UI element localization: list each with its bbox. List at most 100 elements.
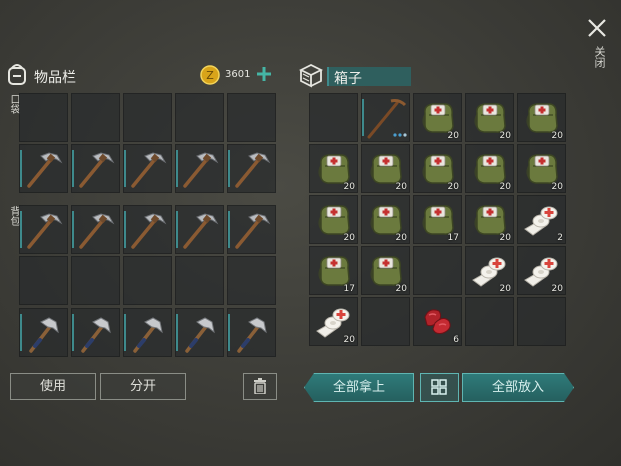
box-slot[interactable]: 20 [465,144,514,193]
put-all-button[interactable]: 全部放入 [462,373,574,402]
box-title-bar: 箱子 [327,67,411,87]
inventory-slot[interactable] [227,144,276,193]
trash-icon [254,378,266,394]
wooden-pickaxe-icon [367,99,407,139]
use-button[interactable]: 使用 [10,373,96,400]
box-slot[interactable]: 6 [413,297,462,346]
inventory-slot[interactable] [19,205,68,254]
inventory-slot[interactable] [175,93,224,142]
item-count: 17 [447,233,459,243]
box-slot[interactable] [361,93,410,142]
item-count: 20 [551,131,563,141]
crate-icon [298,63,324,88]
close-label: 关闭 [593,46,606,68]
inventory-slot[interactable] [19,93,68,142]
box-slot[interactable]: 20 [517,93,566,142]
inventory-slot[interactable] [175,144,224,193]
inventory-slot[interactable] [175,308,224,357]
split-button[interactable]: 分开 [100,373,186,400]
inventory-slot[interactable] [227,205,276,254]
take-all-label: 全部拿上 [332,380,385,395]
close-button[interactable]: 关闭 [584,16,610,76]
pickaxe-icon [183,152,219,188]
coin-icon: Z [200,65,220,85]
hatchet-icon [81,317,111,353]
inventory-slot[interactable] [123,144,172,193]
box-slot[interactable]: 20 [309,297,358,346]
inventory-slot[interactable] [19,308,68,357]
item-count: 2 [557,233,563,243]
pickaxe-icon [131,152,167,188]
coin-count: 3601 [225,69,251,80]
hatchet-icon [29,317,59,353]
item-count: 20 [447,131,459,141]
inventory-slot[interactable] [71,144,120,193]
box-slot[interactable] [309,93,358,142]
inventory-slot[interactable] [175,256,224,305]
item-count: 20 [343,182,355,192]
box-slot[interactable] [413,246,462,295]
item-count: 20 [499,131,511,141]
split-label: 分开 [129,379,156,394]
pickaxe-icon [131,213,167,249]
item-count: 20 [499,284,511,294]
trash-button[interactable] [243,373,277,400]
box-slot[interactable]: 20 [361,246,410,295]
item-count: 20 [499,182,511,192]
pickaxe-icon [235,213,271,249]
box-slot[interactable]: 20 [361,195,410,244]
grid-icon [431,379,447,395]
box-slot[interactable] [465,297,514,346]
backpack-icon [8,64,26,85]
plus-icon [257,67,271,81]
inventory-slot[interactable] [123,93,172,142]
pickaxe-icon [183,213,219,249]
inventory-slot[interactable] [227,93,276,142]
sort-button[interactable] [420,373,459,402]
box-title: 箱子 [334,71,362,87]
item-count: 20 [343,233,355,243]
box-slot[interactable] [361,297,410,346]
item-count: 20 [551,182,563,192]
inventory-slot[interactable] [227,308,276,357]
box-slot[interactable]: 2 [517,195,566,244]
box-slot[interactable]: 20 [413,144,462,193]
box-slot[interactable] [517,297,566,346]
box-slot[interactable]: 20 [309,144,358,193]
take-all-button[interactable]: 全部拿上 [304,373,414,402]
item-count: 20 [447,182,459,192]
inventory-title: 物品栏 [34,70,76,86]
inventory-slot[interactable] [19,256,68,305]
inventory-slot[interactable] [123,308,172,357]
inventory-slot[interactable] [123,205,172,254]
box-slot[interactable]: 17 [413,195,462,244]
box-slot[interactable]: 20 [517,144,566,193]
inventory-slot[interactable] [227,256,276,305]
box-slot[interactable]: 17 [309,246,358,295]
item-count: 20 [499,233,511,243]
box-slot[interactable]: 20 [361,144,410,193]
inventory-slot[interactable] [175,205,224,254]
add-coins-button[interactable] [255,64,273,84]
inventory-slot[interactable] [71,256,120,305]
box-slot[interactable]: 20 [309,195,358,244]
inventory-slot[interactable] [71,205,120,254]
pickaxe-icon [79,213,115,249]
item-count: 20 [395,233,407,243]
close-icon [588,19,606,37]
item-count: 20 [395,284,407,294]
inventory-slot[interactable] [19,144,68,193]
box-slot[interactable]: 20 [413,93,462,142]
hatchet-icon [237,317,267,353]
box-slot[interactable]: 20 [517,246,566,295]
inventory-slot[interactable] [71,308,120,357]
inventory-slot[interactable] [123,256,172,305]
item-count: 17 [343,284,355,294]
inventory-slot[interactable] [71,93,120,142]
item-count: 20 [343,335,355,345]
box-slot[interactable]: 20 [465,195,514,244]
put-all-label: 全部放入 [491,380,544,395]
box-slot[interactable]: 20 [465,93,514,142]
box-slot[interactable]: 20 [465,246,514,295]
hatchet-icon [133,317,163,353]
